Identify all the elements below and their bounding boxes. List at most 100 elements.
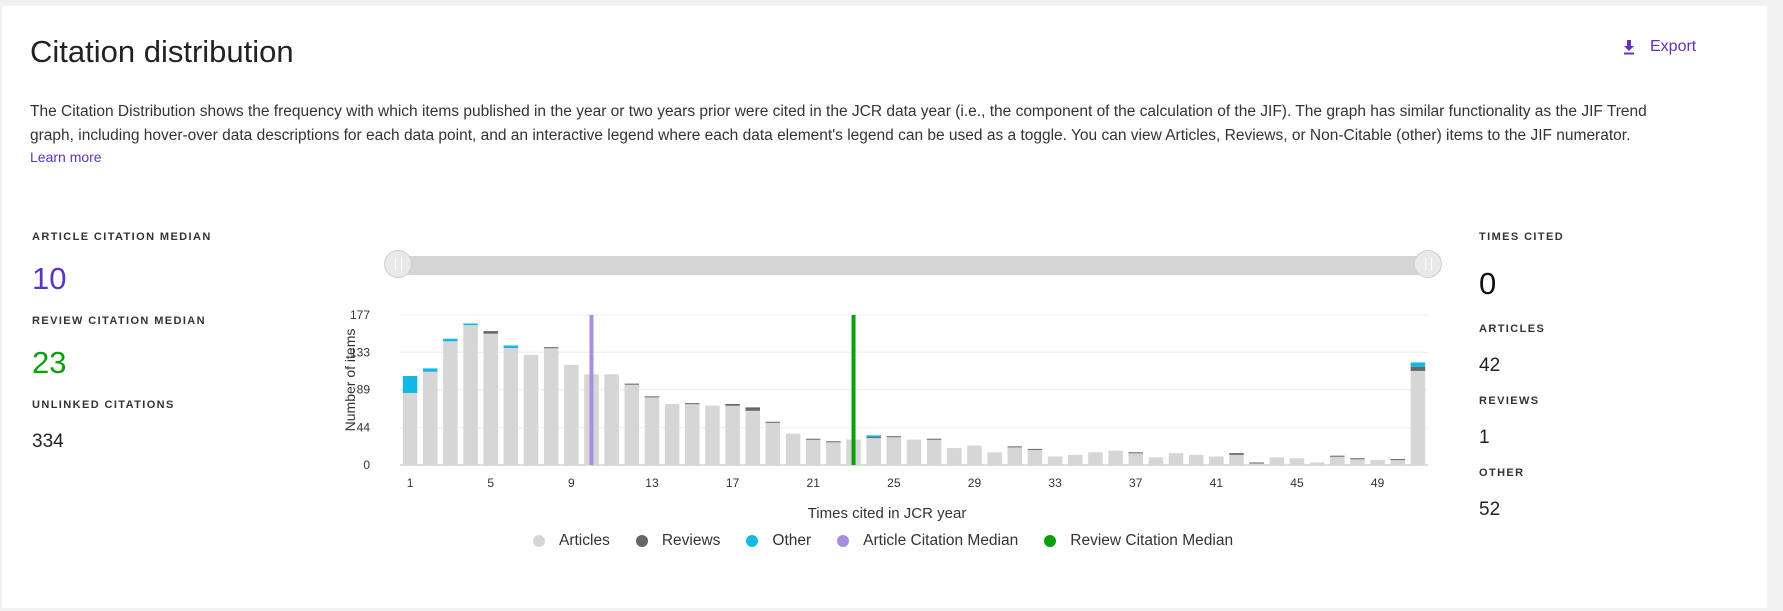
reviews-value: 1 bbox=[1479, 427, 1490, 448]
bar-articles bbox=[1330, 456, 1345, 465]
bar-reviews bbox=[1027, 448, 1043, 450]
legend-label: Article Citation Median bbox=[863, 532, 1019, 549]
bar-articles bbox=[926, 439, 942, 465]
bar-reviews bbox=[543, 347, 559, 349]
bar-reviews bbox=[644, 396, 660, 398]
legend-label: Review Citation Median bbox=[1070, 532, 1234, 549]
bar-articles bbox=[967, 445, 982, 465]
other-dot-icon bbox=[746, 535, 759, 547]
bar-articles bbox=[987, 452, 1002, 465]
review-citation-median-value: 23 bbox=[32, 345, 67, 380]
reviews-label: REVIEWS bbox=[1479, 395, 1540, 407]
bar-articles bbox=[1188, 454, 1204, 465]
x-tick-label: 13 bbox=[645, 476, 659, 490]
other-value: 52 bbox=[1479, 499, 1501, 520]
legend-item-article-citation-median[interactable]: Article Citation Median bbox=[837, 532, 1018, 550]
bar-articles bbox=[1007, 447, 1023, 465]
bar-reviews bbox=[1007, 446, 1023, 448]
bar-articles bbox=[886, 437, 902, 465]
export-label: Export bbox=[1650, 38, 1697, 55]
bar-reviews bbox=[483, 331, 498, 334]
range-slider-track[interactable] bbox=[390, 256, 1437, 275]
x-tick-label: 25 bbox=[887, 476, 901, 490]
bar-articles bbox=[1027, 449, 1043, 465]
x-tick-label: 45 bbox=[1290, 476, 1304, 490]
bar-articles bbox=[1168, 453, 1184, 465]
legend-label: Other bbox=[772, 532, 812, 549]
bar-other bbox=[463, 323, 478, 326]
chart-legend: Articles Reviews Other Article Citation … bbox=[533, 532, 1233, 550]
reviews-dot-icon bbox=[635, 535, 648, 547]
bar-other bbox=[422, 368, 438, 372]
legend-item-articles[interactable]: Articles bbox=[533, 532, 610, 550]
legend-item-reviews[interactable]: Reviews bbox=[635, 532, 720, 550]
bar-articles bbox=[1047, 456, 1063, 465]
bar-reviews bbox=[685, 403, 700, 405]
bar-articles bbox=[463, 325, 478, 465]
x-axis-label: Times cited in JCR year bbox=[808, 505, 967, 522]
bar-articles bbox=[483, 333, 498, 465]
bar-articles bbox=[1209, 456, 1224, 465]
y-tick-label: 89 bbox=[357, 383, 371, 397]
articles-label: ARTICLES bbox=[1479, 323, 1546, 335]
bar-other bbox=[503, 345, 519, 349]
bar-articles bbox=[1088, 452, 1103, 465]
bar-articles bbox=[543, 348, 559, 465]
bar-articles bbox=[1229, 454, 1244, 465]
legend-label: Articles bbox=[559, 532, 610, 549]
bar-articles bbox=[785, 433, 801, 465]
bar-articles bbox=[805, 439, 821, 465]
bar-reviews bbox=[624, 383, 640, 385]
x-tick-label: 41 bbox=[1210, 476, 1224, 490]
x-tick-label: 17 bbox=[726, 476, 740, 490]
bar-articles bbox=[866, 437, 881, 465]
export-button[interactable]: Export bbox=[1622, 38, 1696, 56]
unlinked-citations-label: UNLINKED CITATIONS bbox=[32, 399, 175, 411]
times-cited-value: 0 bbox=[1479, 266, 1497, 301]
bar-articles bbox=[1370, 459, 1385, 465]
bar-reviews bbox=[1128, 452, 1143, 454]
bar-other bbox=[402, 376, 418, 393]
bar-articles bbox=[1410, 370, 1426, 465]
bar-other bbox=[443, 338, 458, 342]
article-median-dot-icon bbox=[837, 535, 850, 547]
bar-articles bbox=[1309, 462, 1325, 465]
bar-articles bbox=[1249, 463, 1264, 465]
legend-item-other[interactable]: Other bbox=[746, 532, 811, 550]
bar-articles bbox=[1128, 453, 1143, 465]
bar-articles bbox=[443, 341, 458, 465]
review-median-dot-icon bbox=[1044, 535, 1057, 547]
x-tick-label: 49 bbox=[1371, 476, 1385, 490]
article-citation-median-value: 10 bbox=[32, 261, 67, 296]
bar-reviews bbox=[765, 421, 781, 423]
description-text: The Citation Distribution shows the freq… bbox=[30, 103, 1647, 144]
bar-articles bbox=[1108, 450, 1123, 465]
bar-articles bbox=[1350, 459, 1365, 465]
learn-more-link[interactable]: Learn more bbox=[30, 149, 102, 165]
x-tick-label: 5 bbox=[487, 476, 494, 490]
range-slider-left-handle[interactable] bbox=[384, 250, 412, 278]
unlinked-citations-value: 334 bbox=[32, 431, 64, 452]
bar-articles bbox=[503, 348, 519, 465]
bar-reviews bbox=[1330, 455, 1345, 457]
bar-articles bbox=[705, 405, 720, 465]
bar-articles bbox=[422, 371, 438, 465]
bar-articles bbox=[1269, 457, 1285, 465]
bar-articles bbox=[604, 374, 619, 465]
legend-item-review-citation-median[interactable]: Review Citation Median bbox=[1044, 532, 1233, 550]
bar-articles bbox=[1067, 454, 1083, 465]
bar-reviews bbox=[866, 437, 881, 439]
bar-articles bbox=[745, 410, 761, 465]
x-tick-label: 1 bbox=[407, 476, 414, 490]
citation-distribution-chart: 04489133177 1 5 9 13 17 21 25 29 33 37 41 45 49 Numb… bbox=[342, 308, 1428, 522]
bar-reviews bbox=[826, 441, 841, 443]
bar-reviews bbox=[1229, 453, 1244, 455]
y-tick-label: 177 bbox=[350, 308, 370, 322]
bar-reviews bbox=[1350, 458, 1365, 460]
bar-articles bbox=[1148, 457, 1164, 465]
bar-other bbox=[866, 435, 881, 438]
bar-reviews bbox=[926, 438, 942, 440]
x-tick-label: 21 bbox=[807, 476, 821, 490]
range-slider-right-handle[interactable] bbox=[1414, 250, 1442, 278]
bar-articles bbox=[402, 392, 418, 465]
